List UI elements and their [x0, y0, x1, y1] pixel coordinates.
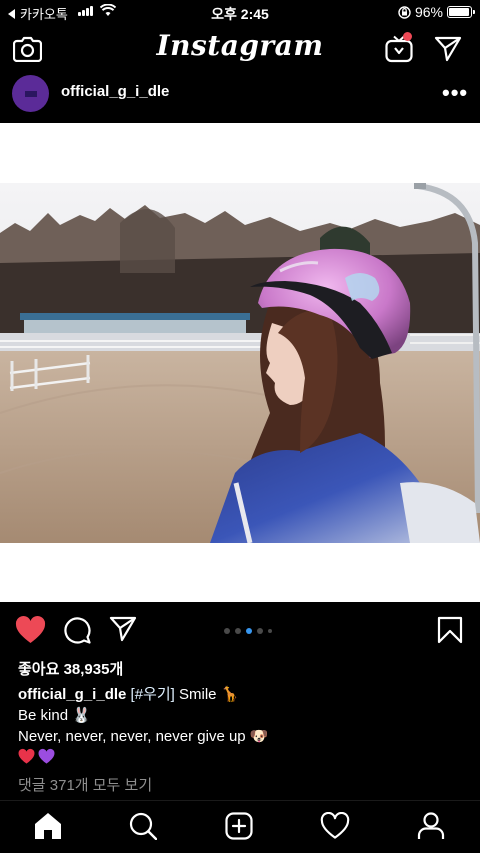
comment-icon[interactable] [63, 616, 91, 644]
direct-send-icon[interactable] [434, 36, 462, 62]
like-heart-icon[interactable] [15, 616, 46, 644]
battery-percent: 96% [414, 4, 443, 20]
carousel-indicator [224, 628, 272, 634]
post-media-frame[interactable] [0, 123, 480, 602]
post-username[interactable]: official_g_i_dle [61, 83, 169, 100]
caption-line-2: Be kind 🐰 [18, 707, 91, 724]
caption-username[interactable]: official_g_i_dle [18, 686, 126, 703]
red-heart-emoji-icon [18, 748, 35, 764]
carousel-dot [268, 629, 272, 633]
orientation-lock-icon [398, 5, 411, 19]
post-header: official_g_i_dle ••• [0, 72, 480, 122]
activity-heart-icon[interactable] [320, 812, 350, 840]
post-actions [0, 603, 480, 655]
carousel-dot-active [246, 628, 252, 634]
battery-fill [449, 8, 470, 16]
caption-line-3: Never, never, never, never give up 🐶 [18, 728, 269, 745]
caption-line-1: official_g_i_dle [#우기] Smile 🦒 [18, 684, 468, 705]
caption-line-4 [18, 747, 468, 768]
likes-count[interactable]: 좋아요 38,935개 [18, 658, 123, 679]
battery-icon [447, 6, 475, 18]
carousel-dot [257, 628, 263, 634]
igtv-notification-dot [403, 32, 412, 41]
search-icon[interactable] [129, 812, 157, 840]
home-icon[interactable] [34, 812, 62, 840]
more-options-icon[interactable]: ••• [442, 80, 468, 106]
carousel-dot [235, 628, 241, 634]
bottom-tab-bar [0, 800, 480, 853]
save-bookmark-icon[interactable] [437, 616, 463, 644]
status-bar: 카카오톡 오후 2:45 96% [0, 0, 480, 24]
post-caption: official_g_i_dle [#우기] Smile 🦒 Be kind 🐰… [18, 684, 468, 768]
purple-heart-emoji-icon [38, 748, 55, 764]
carousel-dot [224, 628, 230, 634]
caption-text-1: Smile 🦒 [179, 686, 240, 703]
view-all-comments-link[interactable]: 댓글 371개 모두 보기 [18, 774, 152, 795]
post-photo[interactable] [0, 183, 480, 543]
new-post-icon[interactable] [225, 812, 253, 840]
share-send-icon[interactable] [109, 616, 137, 642]
profile-icon[interactable] [417, 812, 445, 840]
app-header: Instagram [0, 26, 480, 72]
avatar[interactable] [12, 75, 49, 112]
caption-hashtag[interactable]: [#우기] [131, 686, 175, 703]
